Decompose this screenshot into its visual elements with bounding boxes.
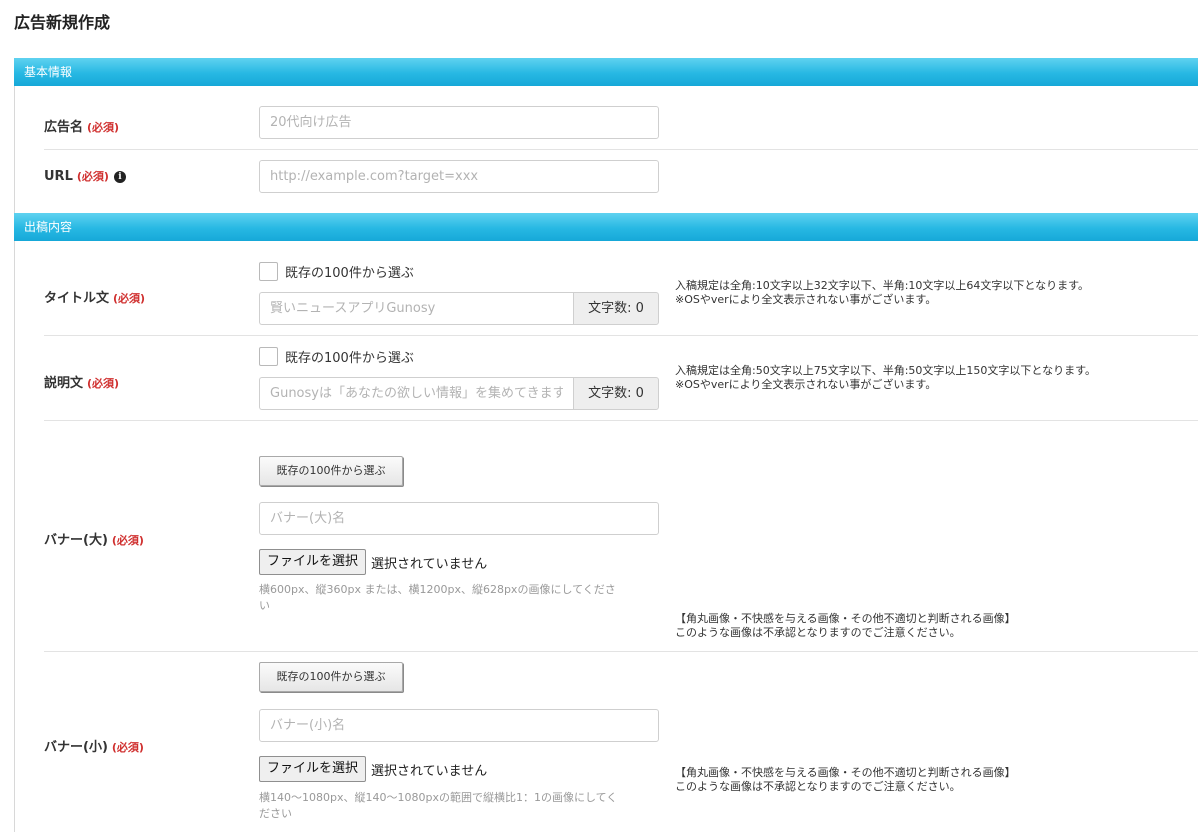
banner-small-label: バナー(小) (必須) <box>44 736 144 755</box>
title-label-text: タイトル文 <box>44 291 110 306</box>
ad-name-input[interactable] <box>259 106 659 139</box>
banner-small-file-picker: ファイルを選択 選択されていません <box>259 756 487 782</box>
banner-small-label-text: バナー(小) <box>44 740 108 755</box>
description-input-group: 文字数: 0 <box>259 377 659 410</box>
row-divider <box>44 149 1198 150</box>
row-divider <box>44 420 1198 421</box>
banner-large-label: バナー(大) (必須) <box>44 529 144 548</box>
banner-small-file-button[interactable]: ファイルを選択 <box>259 756 367 782</box>
checkbox[interactable] <box>259 262 278 281</box>
row-divider <box>44 651 1198 652</box>
banner-large-pick-button[interactable]: 既存の100件から選ぶ <box>259 456 403 486</box>
banner-large-file-picker: ファイルを選択 選択されていません <box>259 549 487 575</box>
help-line: 入稿規定は全角:10文字以上32文字以下、半角:10文字以上64文字以下となりま… <box>675 279 1089 292</box>
row-divider <box>44 335 1198 336</box>
title-char-count: 文字数: 0 <box>573 292 659 325</box>
note-line: い <box>259 599 270 612</box>
title-existing-checkbox[interactable]: 既存の100件から選ぶ <box>259 262 414 281</box>
description-label-text: 説明文 <box>44 376 84 391</box>
page-title: 広告新規作成 <box>14 13 111 32</box>
description-existing-checkbox[interactable]: 既存の100件から選ぶ <box>259 347 414 366</box>
section-header-basic: 基本情報 <box>14 58 1198 86</box>
help-line: ※OSやverにより全文表示されない事がございます。 <box>675 378 937 391</box>
banner-small-file-status: 選択されていません <box>371 763 488 779</box>
warning-line: 【角丸画像・不快感を与える画像・その他不適切と判断される画像】 <box>675 612 1016 625</box>
ad-name-label-text: 広告名 <box>44 120 84 135</box>
banner-small-size-note: 横140〜1080px、縦140〜1080pxの範囲で縦横比1：1の画像にしてく… <box>259 790 659 822</box>
note-line: 横600px、縦360px または、横1200px、縦628pxの画像にしてくだ… <box>259 583 616 596</box>
info-icon[interactable]: i <box>113 171 126 183</box>
help-line: 入稿規定は全角:50文字以上75文字以下、半角:50文字以上150文字以下となり… <box>675 364 1096 377</box>
title-label: タイトル文 (必須) <box>44 287 145 306</box>
required-mark: (必須) <box>111 534 144 547</box>
banner-small-name-input[interactable] <box>259 709 659 742</box>
url-label: URL (必須) i <box>44 168 126 184</box>
banner-large-size-note: 横600px、縦360px または、横1200px、縦628pxの画像にしてくだ… <box>259 582 659 614</box>
title-help-text: 入稿規定は全角:10文字以上32文字以下、半角:10文字以上64文字以下となりま… <box>675 279 1089 307</box>
warning-line: 【角丸画像・不快感を与える画像・その他不適切と判断される画像】 <box>675 766 1016 779</box>
section-body-content <box>14 241 1198 832</box>
help-line: ※OSやverにより全文表示されない事がございます。 <box>675 293 937 306</box>
banner-large-file-button[interactable]: ファイルを選択 <box>259 549 367 575</box>
note-line: 横140〜1080px、縦140〜1080pxの範囲で縦横比1：1の画像にしてく <box>259 791 618 804</box>
banner-large-warning: 【角丸画像・不快感を与える画像・その他不適切と判断される画像】 このような画像は… <box>675 612 1016 640</box>
warning-line: このような画像は不承認となりますのでご注意ください。 <box>675 780 961 793</box>
warning-line: このような画像は不承認となりますのでご注意ください。 <box>675 626 961 639</box>
banner-small-pick-button[interactable]: 既存の100件から選ぶ <box>259 662 403 692</box>
description-char-count: 文字数: 0 <box>573 377 659 410</box>
banner-large-label-text: バナー(大) <box>44 533 108 548</box>
required-mark: (必須) <box>76 170 109 183</box>
required-mark: (必須) <box>87 121 120 134</box>
title-input[interactable] <box>259 292 573 325</box>
required-mark: (必須) <box>111 741 144 754</box>
description-help-text: 入稿規定は全角:50文字以上75文字以下、半角:50文字以上150文字以下となり… <box>675 364 1096 392</box>
checkbox[interactable] <box>259 347 278 366</box>
note-line: ださい <box>259 807 292 820</box>
banner-large-file-status: 選択されていません <box>371 556 488 572</box>
required-mark: (必須) <box>87 377 120 390</box>
description-label: 説明文 (必須) <box>44 372 119 391</box>
banner-small-warning: 【角丸画像・不快感を与える画像・その他不適切と判断される画像】 このような画像は… <box>675 766 1016 794</box>
checkbox-label: 既存の100件から選ぶ <box>285 266 414 281</box>
section-header-content: 出稿内容 <box>14 213 1198 241</box>
banner-large-name-input[interactable] <box>259 502 659 535</box>
checkbox-label: 既存の100件から選ぶ <box>285 351 414 366</box>
description-input[interactable] <box>259 377 573 410</box>
url-input[interactable] <box>259 160 659 193</box>
title-input-group: 文字数: 0 <box>259 292 659 325</box>
required-mark: (必須) <box>113 292 146 305</box>
ad-name-label: 広告名 (必須) <box>44 116 119 135</box>
url-label-text: URL <box>44 169 73 184</box>
